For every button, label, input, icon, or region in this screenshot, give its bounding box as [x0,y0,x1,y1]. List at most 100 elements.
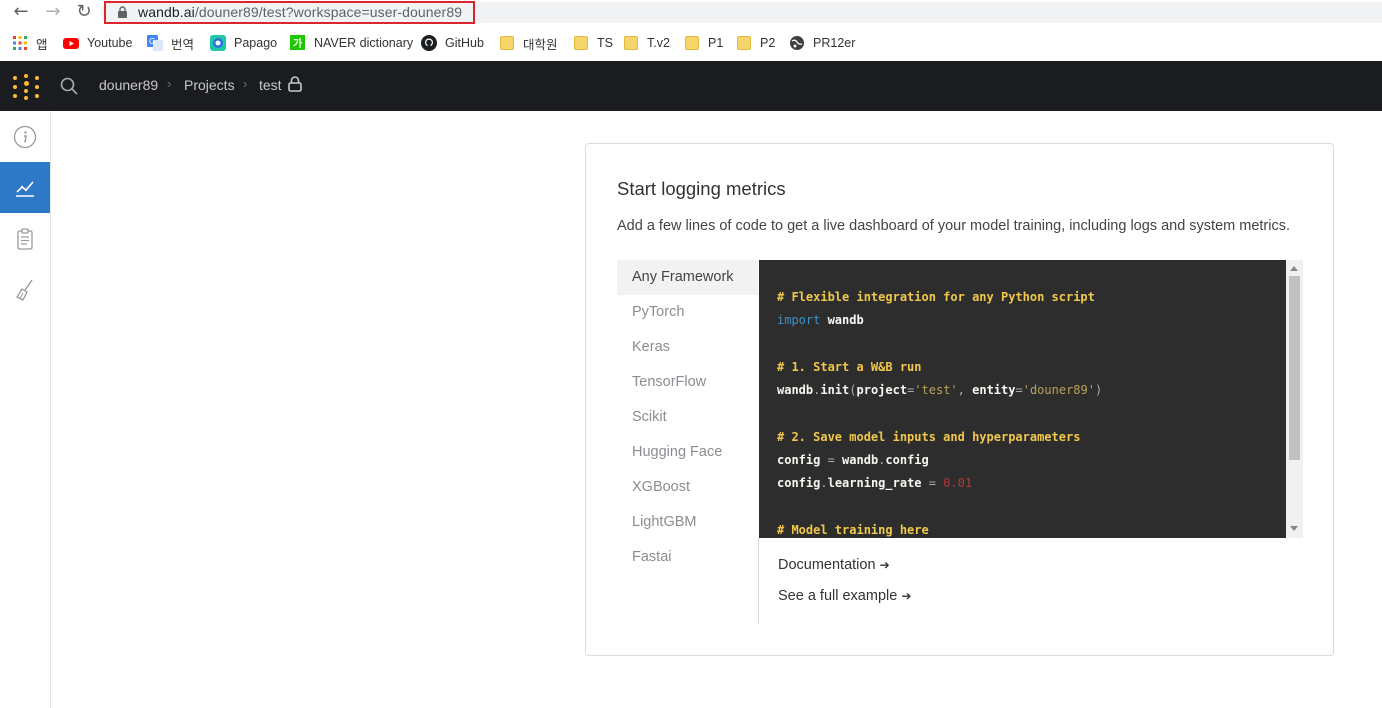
code-text: config [885,453,929,468]
left-nav-rail [0,111,51,708]
svg-text:가: 가 [293,37,303,50]
card-subtitle: Add a few lines of code to get a live da… [617,218,1291,234]
bookmark-translate[interactable]: G 번역 [147,34,194,52]
breadcrumb-user[interactable]: douner89 [99,77,158,93]
google-translate-icon: G [147,35,163,51]
scroll-down-arrow-icon[interactable] [1290,526,1298,531]
bookmark-label: NAVER dictionary [314,36,414,50]
framework-tab-keras[interactable]: Keras [617,330,758,365]
code-comment: # Model training here [777,522,929,537]
code-scrollbar[interactable] [1286,260,1303,538]
code-text: config [777,453,821,468]
code-op: , [957,383,973,398]
bookmark-github[interactable]: GitHub [421,34,484,52]
clipboard-icon [17,227,33,250]
code-text: wandb [842,453,879,468]
code-text: project [856,383,908,398]
code-text: entity [972,383,1016,398]
papago-icon [210,35,226,51]
bookmark-label: 대학원 [523,37,558,52]
bookmark-folder[interactable]: P1 [684,34,723,52]
code-op: ) [1094,383,1103,398]
arrow-right-icon: ➔ [901,589,912,603]
rail-workspace[interactable] [0,162,50,213]
rail-overview[interactable] [0,111,50,162]
scroll-thumb[interactable] [1289,276,1300,460]
bookmarks-bar: 앱 Youtube G 번역 Papago 가 NAVER dictionary… [0,26,1382,60]
rail-sweeps[interactable] [0,264,50,315]
chevron-right-icon: › [243,76,248,91]
framework-tab-huggingface[interactable]: Hugging Face [617,435,758,470]
card-title: Start logging metrics [617,178,786,199]
framework-tab-lightgbm[interactable]: LightGBM [617,505,758,540]
code-text: wandb [820,313,864,328]
code-text: config [777,476,821,491]
code-string: 'douner89' [1022,383,1095,398]
documentation-link[interactable]: Documentation ➔ [778,557,890,573]
search-icon[interactable] [60,77,78,95]
bookmark-youtube[interactable]: Youtube [63,34,132,52]
code-keyword: import [777,313,821,328]
code-op: = [1015,383,1023,398]
folder-icon [684,35,700,51]
bookmark-label: T.v2 [647,36,670,50]
rail-reports[interactable] [0,213,50,264]
breadcrumb-projects[interactable]: Projects [184,77,235,93]
bookmark-label: PR12er [813,36,856,50]
code-comment: # 1. Start a W&B run [777,359,922,374]
folder-icon [736,35,752,51]
browser-toolbar: ← → ↻ wandb.ai/douner89/test?workspace=u… [0,0,1382,25]
github-icon [421,35,437,51]
folder-icon [623,35,639,51]
bookmark-pr12er[interactable]: PR12er [789,34,855,52]
naver-icon: 가 [290,35,306,51]
framework-list: Any Framework PyTorch Keras TensorFlow S… [617,260,758,575]
bookmark-apps[interactable]: 앱 [12,34,48,52]
folder-icon [499,35,515,51]
code-text: learning_rate [827,476,922,491]
framework-tab-any[interactable]: Any Framework [617,260,758,295]
code-op: = [820,453,843,468]
globe-icon [789,35,805,51]
apps-grid-icon [12,35,28,51]
code-comment: # Flexible integration for any Python sc… [777,290,1095,304]
bookmark-label: TS [597,36,613,50]
full-example-link[interactable]: See a full example ➔ [778,588,911,604]
framework-tab-xgboost[interactable]: XGBoost [617,470,758,505]
chevron-right-icon: › [167,76,172,91]
code-number: 0.01 [943,476,973,491]
bookmark-label: P2 [760,36,776,50]
bookmark-label: GitHub [445,36,484,50]
divider [758,538,759,624]
bookmark-folder[interactable]: P2 [736,34,775,52]
back-arrow-icon[interactable]: ← [10,2,32,24]
private-lock-icon [288,76,302,92]
bookmark-folder[interactable]: 대학원 [499,34,558,52]
broom-icon [16,279,33,301]
arrow-right-icon: ➔ [879,558,890,572]
bookmark-label: Papago [234,36,278,50]
scroll-up-arrow-icon[interactable] [1290,266,1298,271]
code-text: wandb [777,383,814,398]
code-op: ( [849,383,857,398]
breadcrumb-project[interactable]: test [259,77,282,93]
framework-tab-tensorflow[interactable]: TensorFlow [617,365,758,400]
framework-tab-fastai[interactable]: Fastai [617,540,758,575]
reload-icon[interactable]: ↻ [73,2,95,24]
line-chart-icon [16,180,34,197]
bookmark-label: Youtube [87,36,133,50]
full-example-link-label: See a full example [778,588,898,604]
framework-tab-pytorch[interactable]: PyTorch [617,295,758,330]
framework-tab-scikit[interactable]: Scikit [617,400,758,435]
bookmark-label: 번역 [171,37,195,52]
forward-arrow-icon[interactable]: → [42,2,64,24]
bookmark-folder[interactable]: T.v2 [623,34,670,52]
bookmark-papago[interactable]: Papago [210,34,277,52]
bookmark-naver-dictionary[interactable]: 가 NAVER dictionary [290,34,413,52]
code-text: init [820,383,850,398]
code-snippet[interactable]: # Flexible integration for any Python sc… [759,260,1303,538]
wandb-logo-icon[interactable] [13,74,39,100]
bookmark-folder[interactable]: TS [573,34,613,52]
code-op: = [921,476,944,491]
folder-icon [573,35,589,51]
